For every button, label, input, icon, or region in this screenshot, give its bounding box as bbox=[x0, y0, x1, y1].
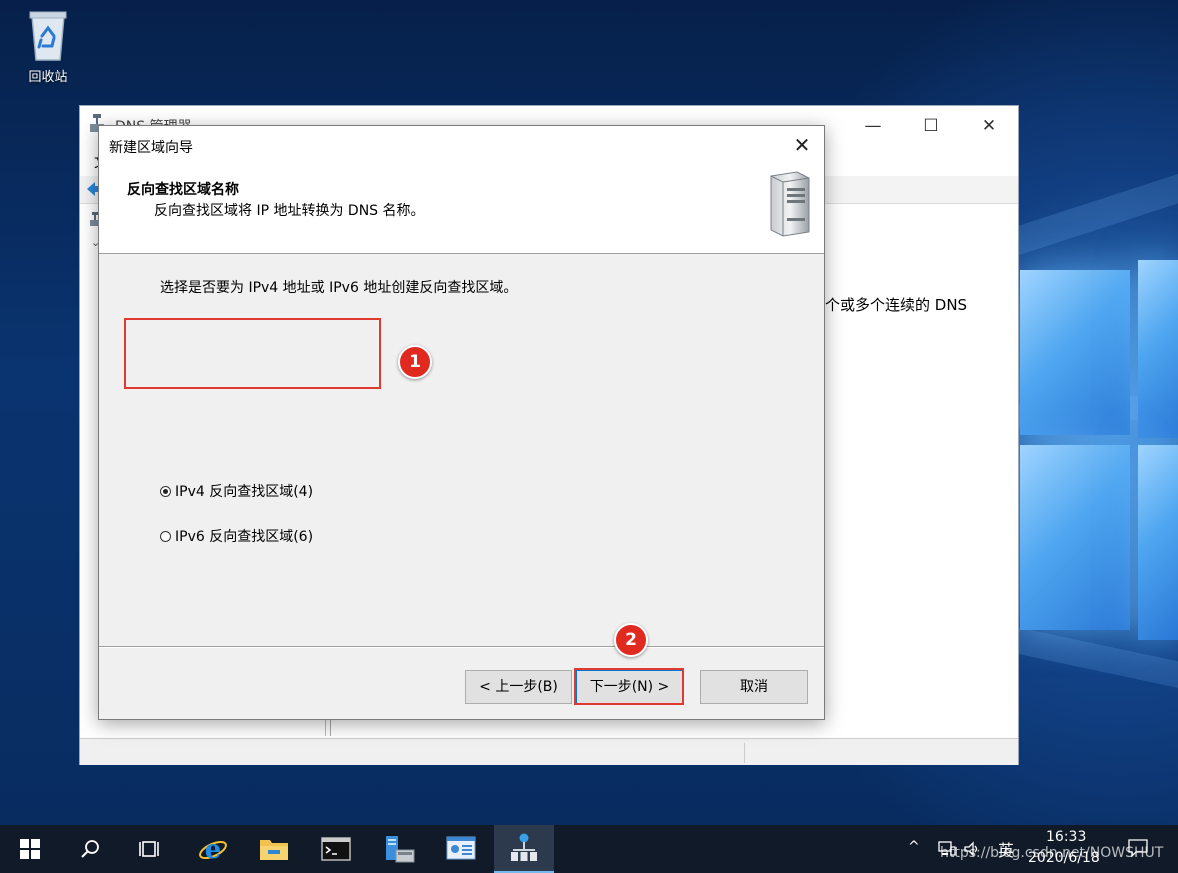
radio-ipv6-reverse-zone[interactable]: IPv6 反向查找区域(6) bbox=[160, 525, 313, 547]
wizard-close-button[interactable]: ✕ bbox=[782, 130, 822, 160]
watermark-text: https://blog.csdn.net/NOWSHUT bbox=[940, 845, 1164, 861]
windows-logo-pane bbox=[1138, 445, 1178, 640]
taskbar-server-manager[interactable] bbox=[370, 825, 430, 873]
taskbar-command-prompt[interactable] bbox=[306, 825, 366, 873]
clock-time[interactable]: 16:33 bbox=[1046, 829, 1086, 845]
svg-text:e: e bbox=[205, 835, 222, 864]
search-button[interactable] bbox=[60, 825, 120, 873]
recycle-bin-icon bbox=[29, 11, 67, 61]
new-zone-wizard-dialog: 新建区域向导 ✕ 反向查找区域名称 反向查找区域将 IP 地址转换为 DNS 名… bbox=[98, 125, 825, 720]
server-icon bbox=[770, 171, 810, 237]
status-divider bbox=[744, 743, 745, 763]
wizard-heading: 反向查找区域名称 bbox=[127, 182, 239, 198]
windows-logo-pane bbox=[1020, 445, 1130, 630]
radio-button[interactable] bbox=[160, 530, 171, 542]
radio-button-checked[interactable] bbox=[160, 485, 171, 497]
highlight-box-next bbox=[574, 668, 684, 705]
task-view-icon bbox=[139, 841, 159, 857]
taskbar-dns-manager[interactable] bbox=[494, 825, 554, 873]
wizard-instruction: 选择是否要为 IPv4 地址或 IPv6 地址创建反向查找区域。 bbox=[160, 280, 518, 296]
wizard-header: 反向查找区域名称 反向查找区域将 IP 地址转换为 DNS 名称。 bbox=[99, 164, 824, 254]
dns-manager-icon bbox=[511, 833, 537, 861]
server-manager-icon bbox=[386, 836, 415, 863]
show-hidden-icons-button[interactable]: ^ bbox=[908, 839, 920, 855]
wizard-body: 选择是否要为 IPv4 地址或 IPv6 地址创建反向查找区域。 IPv4 反向… bbox=[99, 255, 824, 645]
start-icon bbox=[20, 839, 40, 859]
start-button[interactable] bbox=[0, 825, 60, 873]
wizard-titlebar[interactable]: 新建区域向导 ✕ bbox=[99, 126, 824, 164]
step-badge-1: 1 bbox=[398, 345, 432, 379]
task-view-button[interactable] bbox=[120, 825, 180, 873]
radio-label: IPv6 反向查找区域(6) bbox=[175, 529, 314, 545]
control-panel-icon bbox=[446, 836, 476, 860]
cancel-button[interactable]: 取消 bbox=[700, 670, 808, 704]
dns-statusbar bbox=[80, 738, 1018, 765]
wizard-divider bbox=[99, 646, 824, 648]
taskbar-file-explorer[interactable] bbox=[244, 825, 304, 873]
file-explorer-icon bbox=[260, 840, 288, 860]
windows-logo-pane bbox=[1020, 270, 1130, 435]
close-button[interactable]: ✕ bbox=[966, 112, 1012, 140]
dns-pane-text: 个或多个连续的 DNS bbox=[825, 296, 968, 314]
wizard-subheading: 反向查找区域将 IP 地址转换为 DNS 名称。 bbox=[154, 203, 425, 219]
highlight-box-ipv4 bbox=[124, 318, 381, 389]
minimize-button[interactable]: — bbox=[850, 112, 896, 140]
recycle-bin-label: 回收站 bbox=[28, 70, 68, 85]
taskbar-internet-explorer[interactable]: e bbox=[183, 825, 243, 873]
recycle-bin[interactable]: 回收站 bbox=[12, 8, 84, 85]
back-button[interactable]: < 上一步(B) bbox=[465, 670, 572, 704]
maximize-button[interactable]: ☐ bbox=[908, 112, 954, 140]
cmd-icon bbox=[321, 837, 351, 861]
step-badge-2: 2 bbox=[614, 623, 648, 657]
search-icon bbox=[81, 840, 99, 858]
windows-logo-pane bbox=[1138, 260, 1178, 438]
ie-icon: e bbox=[199, 835, 227, 864]
taskbar-control-panel[interactable] bbox=[431, 825, 491, 873]
wizard-title: 新建区域向导 bbox=[109, 140, 193, 156]
radio-label: IPv4 反向查找区域(4) bbox=[175, 484, 314, 500]
radio-ipv4-reverse-zone[interactable]: IPv4 反向查找区域(4) bbox=[160, 480, 313, 502]
